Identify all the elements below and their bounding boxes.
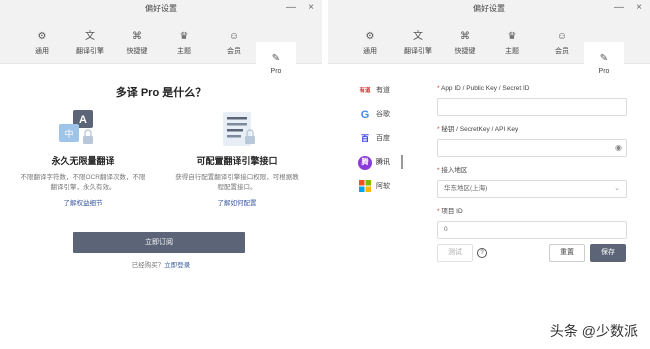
already-bought-row: 已经购买？立即登录 [0, 259, 322, 269]
engine-config-form: * App ID / Public Key / Secret ID * 秘钥 /… [437, 84, 627, 248]
subscribe-button[interactable]: 立即订阅 [73, 232, 245, 253]
translate-icon: 文 [85, 31, 95, 42]
project-id-input[interactable]: 0 [437, 221, 627, 239]
engine-list: 有道 有道 G 谷歌 百百度 腾腾讯 阿软 [358, 84, 406, 204]
title-bar: 偏好设置 — × [328, 0, 650, 18]
secret-key-input[interactable]: ◉ [437, 139, 627, 157]
watermark: 头条 @少数派 [549, 323, 638, 339]
tab-general[interactable]: ⚙ 通用 [22, 30, 62, 64]
tab-engines[interactable]: 文翻译引擎 [398, 30, 438, 64]
baidu-paw-icon: 百 [361, 134, 369, 143]
feature-configurable: 可配置翻译引擎接口 获得自行配置翻译引擎接口权限，可根据教程配置接口。 了解如何… [162, 110, 312, 207]
tab-member[interactable]: ☺ 会员 [542, 30, 582, 64]
save-button[interactable]: 保存 [590, 244, 626, 262]
project-id-label: * 项目 ID [437, 208, 463, 215]
pen-icon: ✎ [271, 53, 281, 64]
preferences-window-pro: 偏好设置 — × ⚙ 通用 文翻译引擎 ⌘ 快捷键 ♛ 主题 ☺ 会员 ✎ Pro 多译 … [0, 0, 322, 349]
tab-engines[interactable]: 文翻译引擎 [70, 30, 110, 64]
window-title: 偏好设置 [473, 4, 505, 13]
region-select[interactable]: 华东地区(上海) ⌄ [437, 180, 627, 198]
shirt-icon: ♛ [179, 31, 189, 42]
svg-text:A: A [79, 114, 87, 126]
app-id-input[interactable] [437, 98, 627, 116]
gear-icon: ⚙ [365, 31, 375, 42]
selected-engine-indicator [401, 155, 403, 169]
svg-text:中: 中 [64, 128, 73, 140]
tab-shortcuts[interactable]: ⌘ 快捷键 [445, 30, 485, 64]
tab-theme[interactable]: ♛ 主题 [492, 30, 532, 64]
tab-bar: ⚙ 通用 文翻译引擎 ⌘ 快捷键 ♛ 主题 ☺ 会员 ✎ Pro [328, 18, 650, 82]
pen-icon: ✎ [599, 53, 609, 64]
region-label: * 接入地区 [437, 167, 468, 174]
translate-icon: 文 [413, 31, 423, 42]
engine-microsoft[interactable]: 阿软 [358, 180, 406, 204]
command-icon: ⌘ [460, 31, 470, 42]
secret-key-label: * 秘钥 / SecretKey / API Key [437, 126, 519, 133]
microsoft-icon [358, 180, 372, 194]
tab-general[interactable]: ⚙ 通用 [350, 30, 390, 64]
engine-tencent[interactable]: 腾腾讯 [358, 156, 406, 180]
feature-heading: 可配置翻译引擎接口 [196, 156, 278, 166]
app-id-label: * App ID / Public Key / Secret ID [437, 85, 530, 92]
close-button[interactable]: × [308, 0, 314, 16]
engine-google[interactable]: G 谷歌 [358, 108, 406, 132]
gear-icon: ⚙ [37, 31, 47, 42]
minimize-button[interactable]: — [286, 0, 296, 16]
already-bought-text: 已经购买？ [131, 262, 165, 269]
google-icon: G [360, 109, 370, 121]
feature-description: 获得自行配置翻译引擎接口权限，可根据教程配置接口。 [175, 174, 299, 191]
user-icon: ☺ [556, 31, 568, 42]
learn-benefits-link[interactable]: 了解权益细节 [8, 197, 158, 207]
command-icon: ⌘ [132, 31, 142, 42]
feature-unlimited: A 中 永久无限量翻译 不限翻译字符数，不限OCR翻译次数，不限翻译引擎，永久有… [8, 110, 158, 207]
tencent-icon: 腾 [358, 156, 372, 170]
translate-lock-icon: A 中 [53, 110, 113, 152]
youdao-icon: 有道 [359, 88, 371, 94]
minimize-button[interactable]: — [614, 0, 624, 16]
tab-theme[interactable]: ♛ 主题 [164, 30, 204, 64]
chevron-down-icon: ⌄ [614, 185, 620, 192]
user-icon: ☺ [228, 31, 240, 42]
pro-title: 多译 Pro 是什么？ [115, 87, 207, 99]
close-button[interactable]: × [636, 0, 642, 16]
tab-shortcuts[interactable]: ⌘ 快捷键 [117, 30, 157, 64]
tab-pro[interactable]: ✎ Pro [256, 42, 296, 82]
tab-member[interactable]: ☺ 会员 [214, 30, 254, 64]
feature-heading: 永久无限量翻译 [51, 156, 115, 166]
screenshot: 偏好设置 — × ⚙ 通用 文翻译引擎 ⌘ 快捷键 ♛ 主题 ☺ 会员 ✎ Pro 多译 … [0, 0, 650, 349]
eye-icon[interactable]: ◉ [615, 140, 622, 156]
test-button[interactable]: 测试 [437, 244, 473, 262]
server-config-icon [207, 110, 267, 152]
window-title: 偏好设置 [145, 4, 177, 13]
reset-button[interactable]: 重置 [549, 244, 585, 262]
engine-baidu[interactable]: 百百度 [358, 132, 406, 156]
help-icon[interactable]: ? [477, 248, 487, 258]
tab-bar: ⚙ 通用 文翻译引擎 ⌘ 快捷键 ♛ 主题 ☺ 会员 ✎ Pro [0, 18, 322, 82]
learn-config-link[interactable]: 了解如何配置 [162, 197, 312, 207]
engine-youdao[interactable]: 有道 有道 [358, 84, 406, 108]
login-link[interactable]: 立即登录 [164, 262, 190, 269]
shirt-icon: ♛ [507, 31, 517, 42]
title-bar: 偏好设置 — × [0, 0, 322, 18]
preferences-window-engines: 偏好设置 — × ⚙ 通用 文翻译引擎 ⌘ 快捷键 ♛ 主题 ☺ 会员 ✎ Pro 有道有… [328, 0, 650, 349]
tab-pro[interactable]: ✎ Pro [584, 42, 624, 82]
feature-description: 不限翻译字符数，不限OCR翻译次数，不限翻译引擎，永久有效。 [20, 174, 146, 191]
